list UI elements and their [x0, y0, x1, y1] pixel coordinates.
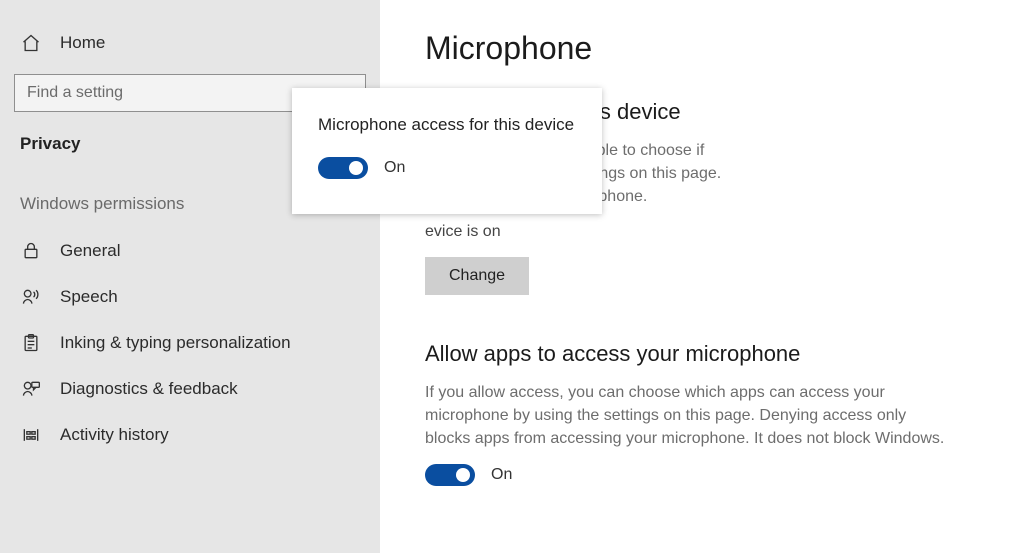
- sidebar-item-label: General: [60, 241, 120, 261]
- sidebar-item-inking[interactable]: Inking & typing personalization: [0, 320, 380, 366]
- toggle-state-label: On: [491, 466, 512, 484]
- sidebar-item-label: Speech: [60, 287, 118, 307]
- speech-icon: [20, 286, 42, 308]
- apps-access-toggle[interactable]: On: [425, 464, 512, 486]
- page-title: Microphone: [425, 30, 994, 67]
- section1-status: evice is on: [425, 223, 994, 241]
- clipboard-icon: [20, 332, 42, 354]
- sidebar-item-activity[interactable]: Activity history: [0, 412, 380, 458]
- toggle-state-label: On: [384, 159, 405, 177]
- sidebar-item-general[interactable]: General: [0, 228, 380, 274]
- sidebar-item-speech[interactable]: Speech: [0, 274, 380, 320]
- sidebar-item-diagnostics[interactable]: Diagnostics & feedback: [0, 366, 380, 412]
- toggle-pill: [318, 157, 368, 179]
- section2-body: If you allow access, you can choose whic…: [425, 381, 945, 451]
- section2-heading: Allow apps to access your microphone: [425, 341, 994, 367]
- popup-title: Microphone access for this device: [318, 114, 576, 137]
- activity-icon: [20, 424, 42, 446]
- feedback-icon: [20, 378, 42, 400]
- home-icon: [20, 32, 42, 54]
- settings-sidebar: Home Privacy Windows permissions General…: [0, 0, 380, 553]
- microphone-access-popup: Microphone access for this device On: [292, 88, 602, 214]
- toggle-pill: [425, 464, 475, 486]
- sidebar-item-label: Inking & typing personalization: [60, 333, 291, 353]
- home-label: Home: [60, 33, 105, 53]
- device-access-toggle[interactable]: On: [318, 157, 405, 179]
- lock-icon: [20, 240, 42, 262]
- sidebar-item-label: Activity history: [60, 425, 169, 445]
- sidebar-item-label: Diagnostics & feedback: [60, 379, 238, 399]
- sidebar-item-home[interactable]: Home: [0, 20, 380, 66]
- main-content: Microphone microphone on this device sin…: [380, 0, 1024, 553]
- change-button[interactable]: Change: [425, 257, 529, 295]
